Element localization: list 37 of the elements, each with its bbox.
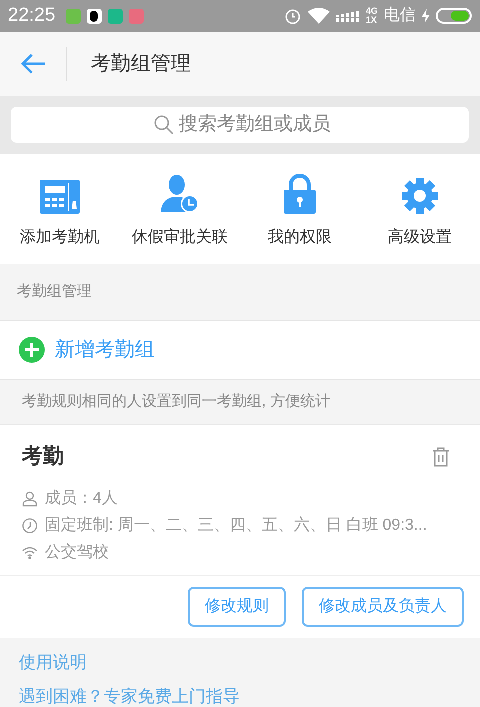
search-icon	[154, 115, 174, 135]
page-title: 考勤组管理	[91, 52, 191, 77]
detail-text: 固定班制: 周一、二、三、四、五、六、日 白班 09:3...	[45, 516, 428, 536]
lock-icon	[284, 174, 316, 214]
action-button[interactable]: 修改规则	[188, 586, 286, 626]
shortcut-button[interactable]: 高级设置	[360, 154, 480, 264]
help-link[interactable]: 遇到困难？专家免费上门指导	[19, 684, 240, 707]
battery-icon	[436, 8, 472, 24]
settings-icon	[402, 178, 438, 214]
add-group-button[interactable]: 新增考勤组	[0, 320, 480, 380]
carrier-name: 电信	[384, 6, 416, 26]
hint-text: 考勤规则相同的人设置到同一考勤组, 方便统计	[22, 392, 330, 412]
plus-circle-icon	[19, 337, 45, 363]
action-button[interactable]: 修改成员及负责人	[302, 586, 464, 626]
help-link[interactable]: 使用说明	[19, 650, 87, 675]
charging-icon	[422, 9, 430, 23]
trash-icon[interactable]	[432, 446, 450, 467]
signal-icon	[336, 9, 360, 23]
wifi-icon	[308, 8, 330, 24]
alarm-icon	[284, 7, 302, 25]
detail-text: 成员：4人	[45, 488, 118, 508]
wifi-icon	[22, 546, 38, 558]
group-name: 考勤	[22, 444, 64, 470]
user-clock-icon	[160, 174, 200, 214]
back-arrow-icon	[20, 53, 46, 75]
person-icon	[22, 490, 38, 506]
clock-time: 22:25	[8, 4, 56, 28]
detail-text: 公交驾校	[45, 542, 109, 562]
network-type: 1X	[366, 16, 378, 25]
shortcut-button[interactable]: 我的权限	[240, 154, 360, 264]
shortcut-button[interactable]: 休假审批关联	[120, 154, 240, 264]
network-type: 4G	[366, 7, 378, 16]
section-title: 考勤组管理	[17, 282, 92, 302]
card-reader-icon	[40, 180, 80, 214]
shortcut-button[interactable]: 添加考勤机	[0, 154, 120, 264]
search-field[interactable]: 搜索考勤组或成员	[11, 107, 469, 143]
clock-icon	[22, 518, 38, 534]
